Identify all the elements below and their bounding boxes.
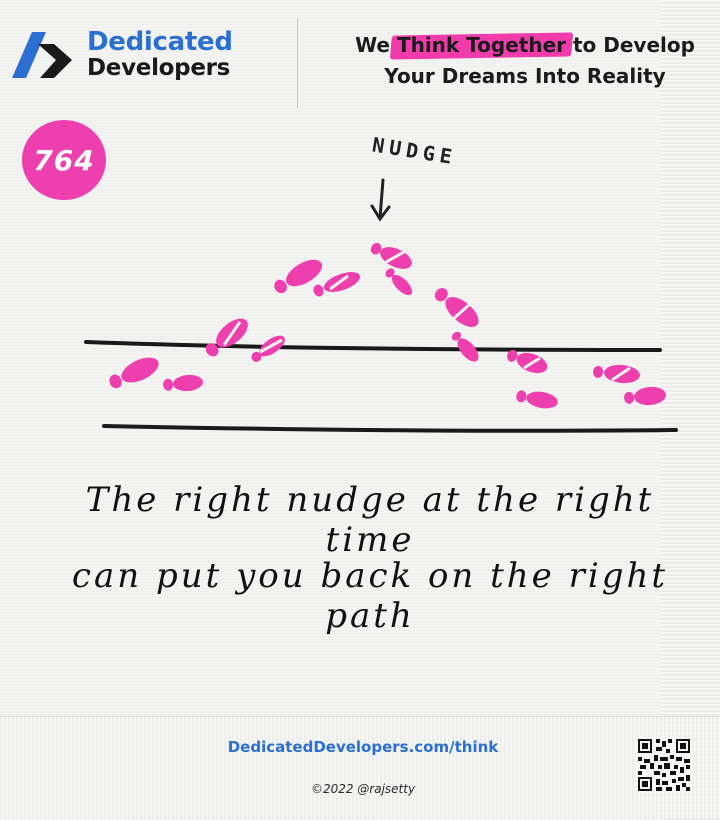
paper-edge-bottom [0, 715, 720, 820]
header: Dedicated Developers We Think Together t… [0, 0, 720, 110]
tagline: We Think Together to Develop Your Dreams… [340, 30, 710, 92]
footer-website-link[interactable]: DedicatedDevelopers.com/think [0, 738, 720, 756]
brand-name-line1: Dedicated [87, 27, 233, 57]
tagline-post: to Develop [566, 33, 695, 57]
caption-line2: can put you back on the right path [71, 556, 669, 636]
footer-copyright: ©2022 @rajsetty [310, 782, 416, 796]
brand-logo-icon [12, 32, 72, 78]
qr-code-icon[interactable] [636, 737, 692, 793]
header-divider [297, 18, 298, 108]
brand-name-line2: Developers [87, 55, 231, 81]
footprints-illustration [84, 178, 678, 433]
path-line-top [84, 340, 662, 352]
footprints [109, 242, 666, 409]
tagline-highlight: Think Together [397, 30, 566, 61]
path-line-bottom [102, 424, 678, 433]
footer-divider [0, 716, 720, 717]
down-arrow-icon [370, 178, 391, 222]
tagline-line2: Your Dreams Into Reality [384, 64, 666, 88]
caption-line1: The right nudge at the right time [85, 480, 655, 560]
